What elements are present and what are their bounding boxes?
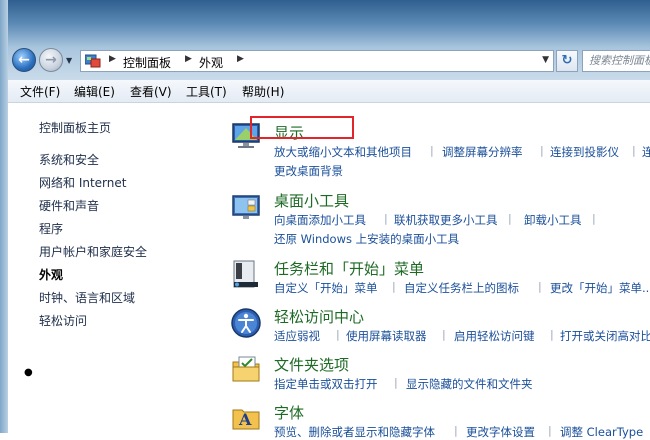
- menu-help[interactable]: 帮助(H): [242, 83, 284, 100]
- divider: |: [540, 144, 544, 157]
- task-get-more-gadgets[interactable]: 联机获取更多小工具: [394, 212, 498, 228]
- task-screen-resolution[interactable]: 调整屏幕分辨率: [442, 144, 523, 160]
- current-item-bullet: ●: [24, 367, 33, 378]
- nav-clock-language-region[interactable]: 时钟、语言和区域: [39, 289, 135, 306]
- task-screen-reader[interactable]: 使用屏幕读取器: [346, 328, 427, 344]
- nav-control-panel-home[interactable]: 控制面板主页: [39, 119, 111, 136]
- nav-system-security[interactable]: 系统和安全: [39, 151, 99, 168]
- divider: |: [548, 424, 552, 437]
- menu-view[interactable]: 查看(V): [130, 83, 172, 100]
- divider: |: [454, 424, 458, 437]
- divider: |: [394, 376, 398, 389]
- task-ease-of-access-keys[interactable]: 启用轻松访问键: [454, 328, 535, 344]
- task-font-settings[interactable]: 更改字体设置: [466, 424, 535, 440]
- nav-programs[interactable]: 程序: [39, 220, 63, 237]
- nav-network-internet[interactable]: 网络和 Internet: [39, 174, 126, 191]
- address-dropdown-icon[interactable]: ▼: [542, 55, 549, 65]
- menu-bar: 文件(F) 编辑(E) 查看(V) 工具(T) 帮助(H): [8, 80, 650, 103]
- window-frame-left: [0, 0, 8, 433]
- svg-text:A: A: [238, 410, 252, 429]
- breadcrumb-appearance[interactable]: 外观: [199, 54, 223, 71]
- refresh-icon: ↻: [561, 53, 573, 68]
- divider: |: [336, 328, 340, 341]
- task-preview-fonts[interactable]: 预览、删除或者显示和隐藏字体: [274, 424, 435, 440]
- breadcrumb-control-panel[interactable]: 控制面板: [123, 54, 171, 71]
- search-input[interactable]: 搜索控制面板: [582, 50, 650, 72]
- back-button[interactable]: ←: [12, 48, 36, 72]
- divider: |: [392, 280, 396, 293]
- category-title-folder-options[interactable]: 文件夹选项: [274, 354, 349, 375]
- nav-user-accounts[interactable]: 用户帐户和家庭安全: [39, 243, 147, 260]
- taskbar-icon: [233, 260, 258, 288]
- navigation-bar: ← → ▼ ▶ 控制面板 ▶ 外观 ▶ ▼ ↻ 搜索控制面板: [8, 44, 650, 76]
- annotation-highlight-box: [250, 116, 354, 139]
- task-customize-taskbar-icons[interactable]: 自定义任务栏上的图标: [404, 280, 519, 296]
- category-title-fonts[interactable]: 字体: [274, 402, 304, 423]
- fonts-icon: A: [232, 409, 260, 430]
- breadcrumb-separator-icon: ▶: [237, 54, 244, 64]
- task-connect-projector[interactable]: 连接到投影仪: [550, 144, 619, 160]
- divider: |: [632, 144, 636, 157]
- category-title-ease-of-access[interactable]: 轻松访问中心: [274, 306, 364, 327]
- divider: |: [384, 212, 388, 225]
- control-panel-icon: [85, 54, 101, 68]
- nav-hardware-sound[interactable]: 硬件和声音: [39, 197, 99, 214]
- nav-ease-of-access[interactable]: 轻松访问: [39, 312, 87, 329]
- task-desktop-background[interactable]: 更改桌面背景: [274, 163, 343, 179]
- forward-button[interactable]: →: [39, 48, 63, 72]
- task-show-hidden-files[interactable]: 显示隐藏的文件和文件夹: [406, 376, 533, 392]
- category-title-taskbar[interactable]: 任务栏和「开始」菜单: [274, 258, 424, 279]
- ease-of-access-icon: [231, 308, 261, 338]
- divider: |: [550, 328, 554, 341]
- breadcrumb-separator-icon: ▶: [185, 54, 192, 64]
- task-overflow[interactable]: 连: [642, 144, 650, 160]
- arrow-left-icon: ←: [18, 52, 30, 68]
- arrow-right-icon: →: [45, 52, 57, 68]
- menu-edit[interactable]: 编辑(E): [74, 83, 115, 100]
- divider: |: [508, 212, 512, 225]
- task-high-contrast[interactable]: 打开或关闭高对比: [560, 328, 650, 344]
- task-uninstall-gadget[interactable]: 卸载小工具: [524, 212, 582, 228]
- address-bar[interactable]: ▶ 控制面板 ▶ 外观 ▶ ▼: [80, 50, 554, 72]
- task-adjust-cleartype[interactable]: 调整 ClearType: [560, 424, 643, 440]
- nav-appearance-current: 外观: [39, 268, 64, 282]
- divider: |: [430, 144, 434, 157]
- task-low-vision[interactable]: 适应弱视: [274, 328, 320, 344]
- menu-tools[interactable]: 工具(T): [186, 83, 227, 100]
- task-customize-start-menu[interactable]: 自定义「开始」菜单: [274, 280, 378, 296]
- category-title-desktop-gadgets[interactable]: 桌面小工具: [274, 190, 349, 211]
- divider: |: [538, 280, 542, 293]
- recent-pages-dropdown[interactable]: ▼: [66, 56, 72, 65]
- folder-options-icon: [232, 356, 260, 382]
- task-single-double-click[interactable]: 指定单击或双击打开: [274, 376, 378, 392]
- task-restore-gadgets[interactable]: 还原 Windows 上安装的桌面小工具: [274, 231, 459, 247]
- refresh-button[interactable]: ↻: [556, 50, 578, 72]
- divider: |: [442, 328, 446, 341]
- divider: |: [592, 212, 596, 225]
- main-content: 显示 放大或缩小文本和其他项目 | 调整屏幕分辨率 | 连接到投影仪 | 连 更…: [208, 103, 650, 439]
- task-text-size[interactable]: 放大或缩小文本和其他项目: [274, 144, 412, 160]
- breadcrumb-separator-icon: ▶: [109, 54, 116, 64]
- task-change-start-menu[interactable]: 更改「开始」菜单...: [550, 280, 650, 296]
- menu-file[interactable]: 文件(F): [20, 83, 60, 100]
- task-add-gadgets[interactable]: 向桌面添加小工具: [274, 212, 366, 228]
- desktop-gadgets-icon: [232, 195, 260, 219]
- left-navigation-pane: 控制面板主页 系统和安全 网络和 Internet 硬件和声音 程序 用户帐户和…: [8, 103, 208, 433]
